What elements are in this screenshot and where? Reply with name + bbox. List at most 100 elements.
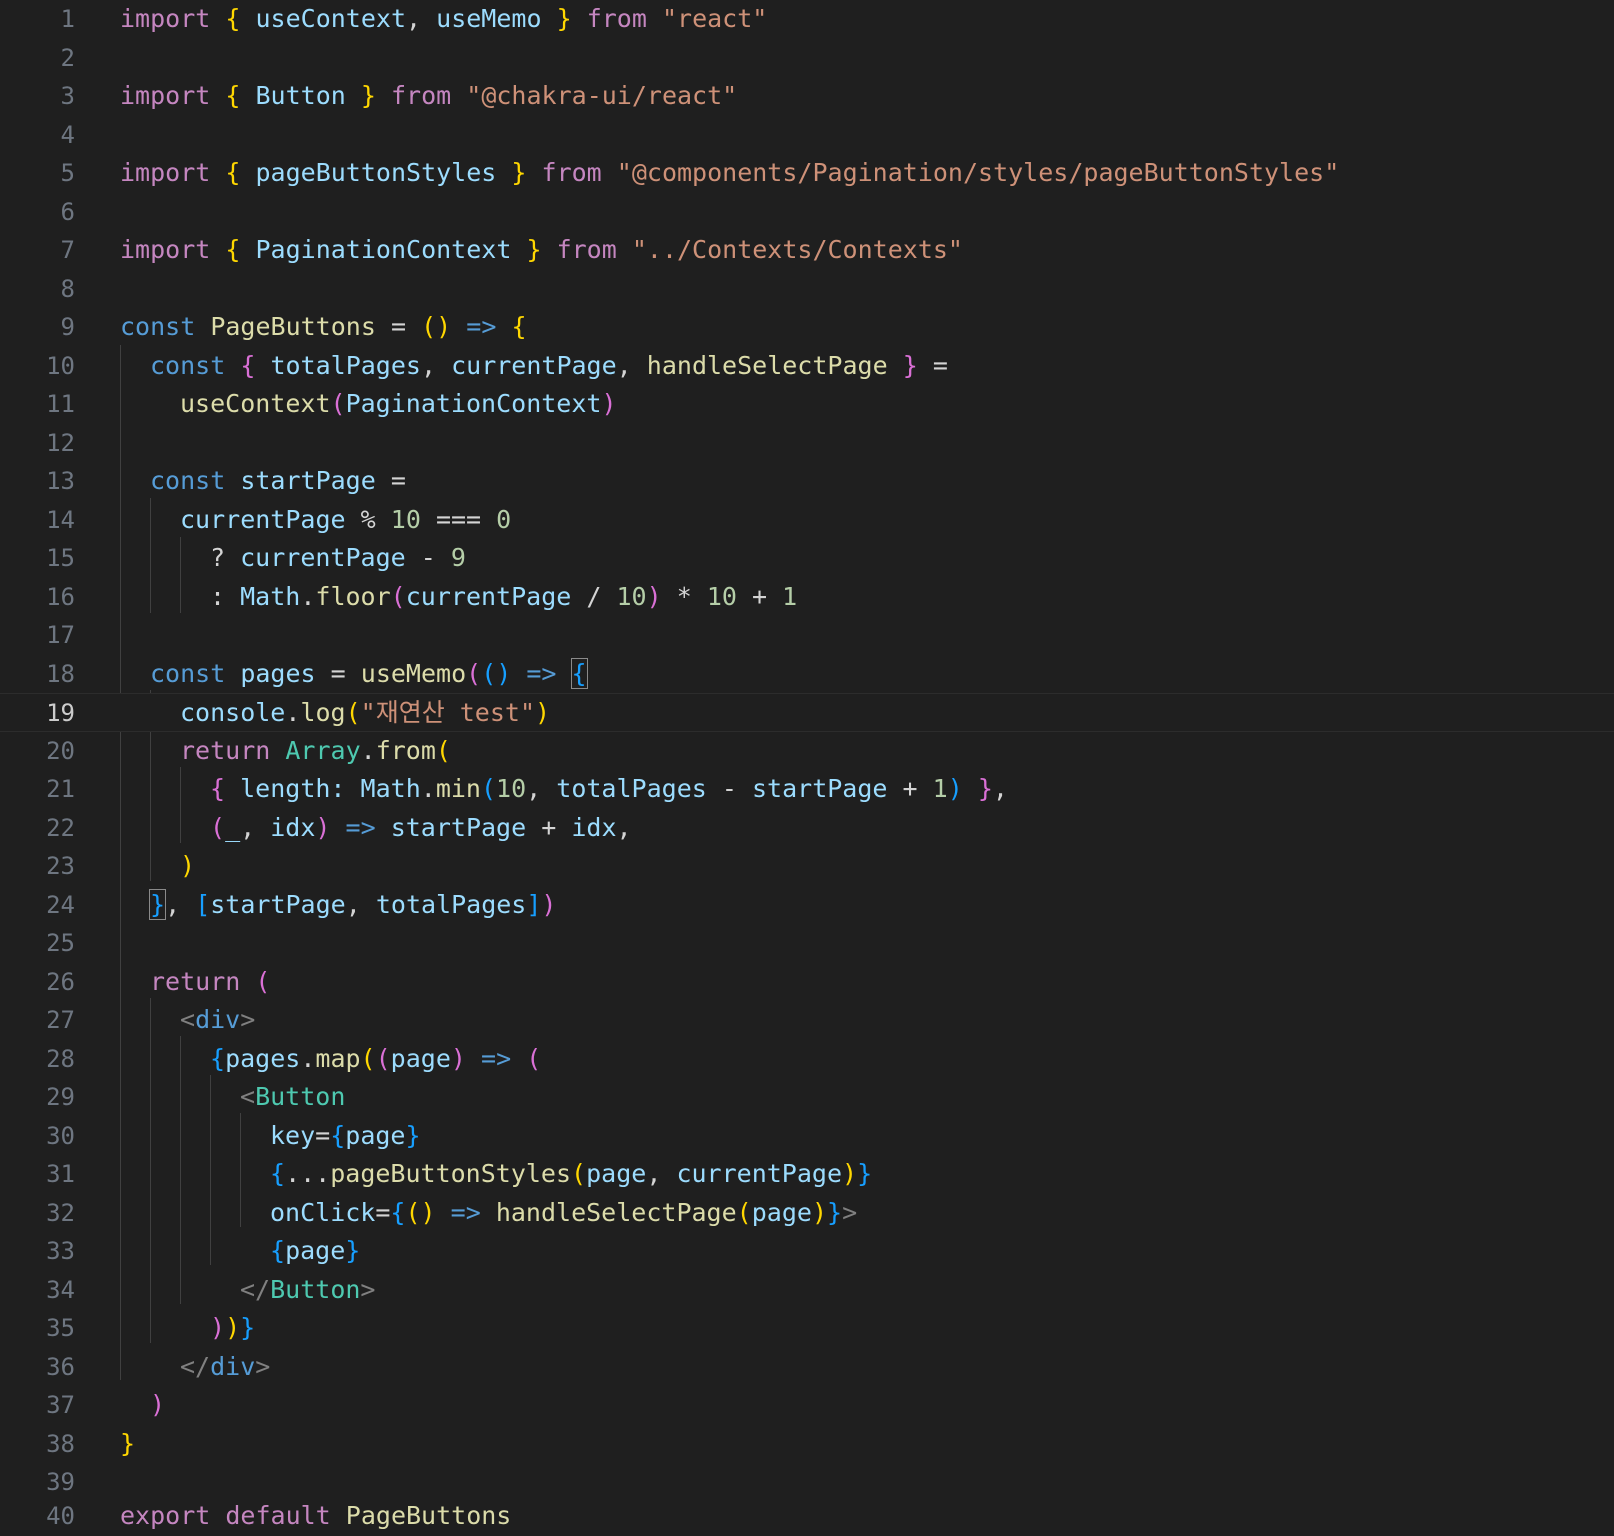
line-number: 31 bbox=[46, 1160, 75, 1188]
code-text[interactable]: console.log("재연산 test") bbox=[180, 694, 550, 733]
code-line[interactable]: 26 return ( bbox=[0, 963, 1614, 1002]
function-name: log bbox=[300, 698, 346, 727]
code-line[interactable]: 35 ))} bbox=[0, 1309, 1614, 1348]
code-text[interactable]: import { Button } from "@chakra-ui/react… bbox=[120, 77, 737, 116]
code-line[interactable]: 34 </Button> bbox=[0, 1271, 1614, 1310]
code-line[interactable]: 27 <div> bbox=[0, 1001, 1614, 1040]
code-line[interactable]: 8 bbox=[0, 270, 1614, 309]
code-text[interactable]: return ( bbox=[150, 963, 270, 1002]
code-text[interactable]: return Array.from( bbox=[180, 732, 451, 771]
code-line[interactable]: 28 {pages.map((page) => ( bbox=[0, 1040, 1614, 1079]
code-text[interactable]: ) bbox=[150, 1386, 165, 1425]
code-line[interactable]: 17 bbox=[0, 616, 1614, 655]
code-line[interactable]: 33 {page} bbox=[0, 1232, 1614, 1271]
code-line[interactable]: 40 export default PageButtons bbox=[0, 1497, 1614, 1536]
code-text[interactable]: ? currentPage - 9 bbox=[210, 539, 466, 578]
code-line[interactable]: 11 useContext(PaginationContext) bbox=[0, 385, 1614, 424]
code-text[interactable]: {pages.map((page) => ( bbox=[210, 1040, 541, 1079]
code-line[interactable]: 23 ) bbox=[0, 847, 1614, 886]
bracket: ( bbox=[526, 1043, 542, 1073]
code-text[interactable]: {...pageButtonStyles(page, currentPage)} bbox=[270, 1155, 872, 1194]
bracket: ( bbox=[360, 1043, 376, 1073]
code-text[interactable]: { length: Math.min(10, totalPages - star… bbox=[210, 770, 1008, 809]
code-line[interactable]: 15 ? currentPage - 9 bbox=[0, 539, 1614, 578]
code-text[interactable]: const startPage = bbox=[150, 462, 406, 501]
identifier: currentPage bbox=[451, 350, 617, 380]
code-line-current[interactable]: 19 console.log("재연산 test") bbox=[0, 693, 1614, 732]
code-text[interactable]: currentPage % 10 === 0 bbox=[180, 501, 511, 540]
code-text[interactable]: </div> bbox=[180, 1348, 270, 1387]
code-line[interactable]: 7 import { PaginationContext } from "../… bbox=[0, 231, 1614, 270]
code-line[interactable]: 37 ) bbox=[0, 1386, 1614, 1425]
code-line[interactable]: 9 const PageButtons = () => { bbox=[0, 308, 1614, 347]
code-line[interactable]: 20 return Array.from( bbox=[0, 732, 1614, 771]
operator: ... bbox=[285, 1159, 331, 1188]
code-text[interactable]: const pages = useMemo(() => { bbox=[150, 655, 588, 694]
code-line[interactable]: 38 } bbox=[0, 1425, 1614, 1464]
code-line[interactable]: 6 bbox=[0, 193, 1614, 232]
code-text[interactable]: key={page} bbox=[270, 1117, 421, 1156]
code-text[interactable]: const { totalPages, currentPage, handleS… bbox=[150, 347, 948, 386]
code-line[interactable]: 14 currentPage % 10 === 0 bbox=[0, 501, 1614, 540]
bracket: } bbox=[827, 1197, 843, 1227]
bracket: ) bbox=[842, 1159, 858, 1188]
code-text[interactable]: onClick={() => handleSelectPage(page)}> bbox=[270, 1194, 857, 1233]
line-number: 19 bbox=[46, 699, 75, 727]
code-line[interactable]: 12 bbox=[0, 424, 1614, 463]
code-text[interactable]: } bbox=[120, 1425, 135, 1464]
code-text[interactable]: <Button bbox=[240, 1078, 345, 1117]
code-text[interactable]: import { useContext, useMemo } from "rea… bbox=[120, 0, 767, 39]
code-text[interactable]: (_, idx) => startPage + idx, bbox=[210, 809, 632, 848]
component-name: Button bbox=[270, 1274, 361, 1304]
line-number: 22 bbox=[46, 813, 75, 842]
code-line[interactable]: 25 bbox=[0, 924, 1614, 963]
code-line[interactable]: 1 import { useContext, useMemo } from "r… bbox=[0, 0, 1614, 39]
code-text[interactable]: ) bbox=[180, 847, 195, 886]
line-number: 24 bbox=[46, 890, 75, 919]
line-number: 10 bbox=[46, 351, 75, 380]
line-number: 34 bbox=[46, 1275, 75, 1304]
code-text[interactable]: import { pageButtonStyles } from "@compo… bbox=[120, 154, 1339, 193]
code-line[interactable]: 13 const startPage = bbox=[0, 462, 1614, 501]
code-line[interactable]: 5 import { pageButtonStyles } from "@com… bbox=[0, 154, 1614, 193]
code-editor[interactable]: 1 import { useContext, useMemo } from "r… bbox=[0, 0, 1614, 1536]
code-line[interactable]: 18 const pages = useMemo(() => { bbox=[0, 655, 1614, 694]
code-line[interactable]: 2 bbox=[0, 39, 1614, 78]
code-line[interactable]: 16 : Math.floor(currentPage / 10) * 10 +… bbox=[0, 578, 1614, 617]
line-number: 11 bbox=[46, 390, 75, 418]
identifier: totalPages bbox=[375, 889, 527, 919]
code-line[interactable]: 30 key={page} bbox=[0, 1117, 1614, 1156]
code-text[interactable]: import { PaginationContext } from "../Co… bbox=[120, 231, 963, 270]
operator: : bbox=[210, 581, 226, 611]
code-line[interactable]: 10 const { totalPages, currentPage, hand… bbox=[0, 347, 1614, 386]
code-text[interactable]: </Button> bbox=[240, 1271, 375, 1310]
code-line[interactable]: 22 (_, idx) => startPage + idx, bbox=[0, 809, 1614, 848]
code-line[interactable]: 31 {...pageButtonStyles(page, currentPag… bbox=[0, 1155, 1614, 1194]
code-line[interactable]: 24 }, [startPage, totalPages]) bbox=[0, 886, 1614, 925]
code-line[interactable]: 21 { length: Math.min(10, totalPages - s… bbox=[0, 770, 1614, 809]
code-text[interactable]: useContext(PaginationContext) bbox=[180, 385, 617, 424]
code-line[interactable]: 29 <Button bbox=[0, 1078, 1614, 1117]
code-text[interactable]: <div> bbox=[180, 1001, 255, 1040]
line-number: 32 bbox=[46, 1198, 75, 1227]
bracket: { bbox=[225, 81, 241, 110]
code-text[interactable]: ))} bbox=[210, 1309, 255, 1348]
string: "react" bbox=[661, 4, 768, 33]
code-line[interactable]: 39 bbox=[0, 1463, 1614, 1502]
code-line[interactable]: 4 bbox=[0, 116, 1614, 155]
operator: * bbox=[676, 581, 692, 611]
operator: = bbox=[315, 1120, 331, 1150]
bracket: ( bbox=[345, 698, 361, 727]
code-text[interactable]: export default PageButtons bbox=[120, 1497, 511, 1536]
operator: + bbox=[541, 812, 557, 842]
code-line[interactable]: 3 import { Button } from "@chakra-ui/rea… bbox=[0, 77, 1614, 116]
code-text[interactable]: {page} bbox=[270, 1232, 360, 1271]
code-text[interactable]: const PageButtons = () => { bbox=[120, 308, 527, 347]
punctuation: , bbox=[992, 774, 1008, 803]
code-line[interactable]: 36 </div> bbox=[0, 1348, 1614, 1387]
code-line[interactable]: 32 onClick={() => handleSelectPage(page)… bbox=[0, 1194, 1614, 1233]
punctuation: , bbox=[420, 350, 437, 380]
code-text[interactable]: }, [startPage, totalPages]) bbox=[148, 886, 556, 925]
code-text[interactable]: : Math.floor(currentPage / 10) * 10 + 1 bbox=[210, 578, 797, 617]
line-number: 29 bbox=[46, 1083, 75, 1111]
